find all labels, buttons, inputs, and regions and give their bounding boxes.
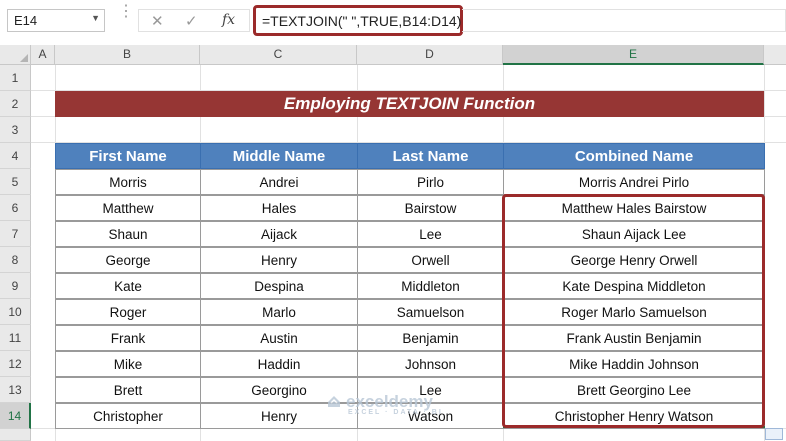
formula-text: =TEXTJOIN(" ",TRUE,B14:D14)	[262, 13, 462, 29]
row-header-6[interactable]: 6	[0, 195, 31, 221]
table-cell[interactable]: Frank	[55, 325, 201, 351]
column-header-b[interactable]: B	[55, 45, 200, 65]
column-header-a[interactable]: A	[31, 45, 55, 65]
table-header-middle-name[interactable]: Middle Name	[200, 143, 358, 169]
highlight-box	[502, 194, 765, 428]
table-cell[interactable]: Hales	[200, 195, 358, 221]
table-cell[interactable]: Benjamin	[357, 325, 504, 351]
row-header-11[interactable]: 11	[0, 325, 31, 351]
column-header-f[interactable]	[764, 45, 786, 65]
formula-bar-extension[interactable]	[462, 9, 786, 32]
table-cell[interactable]: George	[55, 247, 201, 273]
column-header-d[interactable]: D	[357, 45, 503, 65]
row-header-7[interactable]: 7	[0, 221, 31, 247]
table-cell[interactable]: Austin	[200, 325, 358, 351]
name-box[interactable]: E14 ▼	[7, 9, 105, 32]
column-header-c[interactable]: C	[200, 45, 357, 65]
row-header-9[interactable]: 9	[0, 273, 31, 299]
table-cell[interactable]: Bairstow	[357, 195, 504, 221]
table-cell[interactable]: Christopher	[55, 403, 201, 429]
formula-bar: E14 ▼ ⋮ ✕ ✓ fx =TEXTJOIN(" ",TRUE,B14:D1…	[0, 0, 786, 46]
row-header-14[interactable]: 14	[0, 403, 31, 429]
table-cell[interactable]: Middleton	[357, 273, 504, 299]
table-cell[interactable]: Marlo	[200, 299, 358, 325]
watermark-tagline: EXCEL · DATA · BI	[348, 409, 443, 416]
table-header-first-name[interactable]: First Name	[55, 143, 201, 169]
table-cell[interactable]: Shaun	[55, 221, 201, 247]
table-header-last-name[interactable]: Last Name	[357, 143, 504, 169]
name-box-value: E14	[14, 13, 38, 28]
function-icon[interactable]: fx	[222, 12, 235, 28]
formula-icons: ✕ ✓ fx	[138, 9, 250, 32]
cancel-icon[interactable]: ✕	[151, 12, 164, 30]
table-cell[interactable]: Lee	[357, 221, 504, 247]
table-cell[interactable]: Orwell	[357, 247, 504, 273]
table-cell[interactable]: Despina	[200, 273, 358, 299]
row-header-8[interactable]: 8	[0, 247, 31, 273]
table-cell[interactable]: Aijack	[200, 221, 358, 247]
table-cell[interactable]: Brett	[55, 377, 201, 403]
row-header-13[interactable]: 13	[0, 377, 31, 403]
table-header-combined-name[interactable]: Combined Name	[503, 143, 765, 169]
table-cell[interactable]: Haddin	[200, 351, 358, 377]
column-header-e[interactable]: E	[503, 45, 764, 65]
table-cell[interactable]: Johnson	[357, 351, 504, 377]
enter-icon[interactable]: ✓	[185, 12, 198, 30]
table-cell[interactable]: Morris Andrei Pirlo	[503, 169, 765, 195]
row-header-3[interactable]: 3	[0, 117, 31, 143]
resize-handle-icon[interactable]	[765, 428, 783, 440]
row-header-15[interactable]	[0, 429, 31, 441]
row-header-2[interactable]: 2	[0, 91, 31, 117]
table-cell[interactable]: Samuelson	[357, 299, 504, 325]
table-cell[interactable]: Andrei	[200, 169, 358, 195]
table-cell[interactable]: Mike	[55, 351, 201, 377]
watermark: exceldemy EXCEL · DATA · BI	[326, 392, 443, 416]
row-header-1[interactable]: 1	[0, 65, 31, 91]
table-cell[interactable]: Pirlo	[357, 169, 504, 195]
row-header-10[interactable]: 10	[0, 299, 31, 325]
formula-input[interactable]: =TEXTJOIN(" ",TRUE,B14:D14)	[253, 5, 463, 36]
row-header-12[interactable]: 12	[0, 351, 31, 377]
row-header-4[interactable]: 4	[0, 143, 31, 169]
exceldemy-logo-icon	[328, 396, 340, 407]
sheet-title: Employing TEXTJOIN Function	[55, 91, 764, 117]
chevron-down-icon[interactable]: ▼	[91, 13, 100, 23]
table-cell[interactable]: Henry	[200, 247, 358, 273]
table-cell[interactable]: Matthew	[55, 195, 201, 221]
select-all-corner[interactable]	[0, 45, 31, 65]
table-cell[interactable]: Roger	[55, 299, 201, 325]
table-cell[interactable]: Kate	[55, 273, 201, 299]
row-header-5[interactable]: 5	[0, 169, 31, 195]
table-cell[interactable]: Morris	[55, 169, 201, 195]
drag-handle-icon[interactable]: ⋮	[118, 4, 134, 20]
